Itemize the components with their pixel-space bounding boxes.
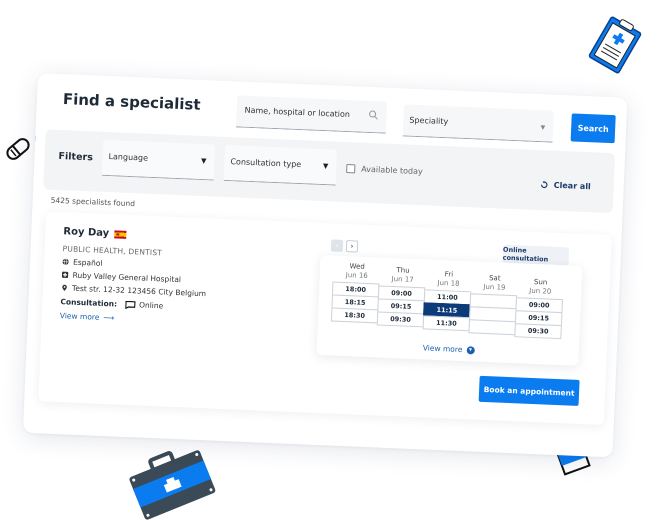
doctor-name[interactable]: Roy Day [63, 226, 109, 239]
speciality-select[interactable]: Speciality ▼ [402, 104, 554, 143]
reset-icon [540, 180, 548, 189]
chevron-down-icon: ▼ [540, 124, 546, 132]
doctor-language: Español [62, 257, 103, 268]
schedule-day-date: Jun 18 [437, 278, 460, 288]
search-input[interactable]: Name, hospital or location [235, 95, 388, 134]
schedule-view-more-label: View more [422, 343, 463, 355]
location-pin-icon [62, 284, 67, 291]
schedule-day-date: Jun 17 [391, 274, 414, 284]
clipboard-icon [588, 16, 642, 74]
schedule-day-date: Jun 19 [483, 282, 506, 292]
doctor-address: Test str. 12-32 123456 City Belgium [61, 283, 206, 298]
consultation-type-select[interactable]: Consultation type ▼ [223, 144, 338, 186]
schedule-day-column: Wed Jun 16 18:00 18:15 18:30 [330, 262, 381, 332]
medical-bag-icon [129, 450, 216, 520]
doctor-specialties: PUBLIC HEALTH, DENTIST [62, 244, 163, 258]
globe-icon [62, 258, 69, 265]
time-slot[interactable]: 09:30 [514, 323, 562, 340]
prev-week-button[interactable]: ‹ [330, 239, 344, 252]
pill-icon [6, 138, 30, 160]
schedule-day-column: Sat Jun 19 [468, 273, 518, 337]
consultation-value: Online [138, 300, 164, 311]
language-select-label: Language [108, 152, 149, 163]
time-slot[interactable]: 09:30 [376, 311, 425, 328]
time-slot[interactable]: 18:30 [330, 307, 379, 324]
schedule-view-more-link[interactable]: View more ▾ [422, 343, 475, 355]
schedule-columns: Wed Jun 16 18:00 18:15 18:30 Thu Jun 17 09:00 09… [330, 262, 565, 340]
doctor-language-text: Español [72, 257, 103, 268]
search-icon [369, 110, 378, 120]
schedule-day-date: Jun 20 [529, 286, 552, 296]
arrow-right-icon: ⟶ [103, 312, 115, 323]
chevron-down-icon: ▼ [322, 162, 329, 171]
time-slot [468, 319, 517, 336]
chat-icon [124, 300, 136, 309]
schedule-nav: ‹ › [330, 239, 359, 253]
chevron-down-icon: ▼ [200, 156, 207, 166]
page-title: Find a specialist [62, 90, 201, 114]
language-select[interactable]: Language ▼ [101, 139, 216, 181]
book-appointment-button[interactable]: Book an appointment [478, 375, 580, 406]
specialist-search-card: Find a specialist Name, hospital or loca… [22, 73, 628, 458]
spain-flag-icon [114, 229, 127, 239]
results-count: 5425 specialists found [50, 195, 136, 209]
search-button[interactable]: Search [570, 113, 616, 144]
time-slot[interactable]: 11:30 [422, 315, 471, 332]
clear-all-button[interactable]: Clear all [540, 180, 591, 191]
doctor-name-row: Roy Day [63, 226, 127, 240]
doctor-view-more-link[interactable]: View more ⟶ [60, 311, 115, 322]
available-today-label: Available today [361, 164, 423, 177]
schedule-day-column: Thu Jun 17 09:00 09:15 09:30 [376, 266, 426, 334]
schedule-day-date: Jun 16 [345, 271, 368, 280]
checkbox-box[interactable] [346, 163, 356, 174]
hospital-icon [61, 271, 69, 278]
doctor-hospital: Ruby Valley General Hospital [61, 270, 181, 284]
view-more-label: View more [59, 311, 100, 322]
doctor-consultation: Consultation: Online [60, 297, 163, 310]
consultation-type-label: Consultation type [230, 157, 302, 170]
search-placeholder: Name, hospital or location [244, 105, 351, 120]
schedule-day-column: Sun Jun 20 09:00 09:15 09:30 [514, 277, 563, 340]
specialist-result-card: Roy Day PUBLIC HEALTH, DENTIST Español R… [38, 211, 612, 426]
next-week-button[interactable]: › [345, 240, 359, 253]
doctor-address-text: Test str. 12-32 123456 City Belgium [71, 283, 207, 299]
speciality-placeholder: Speciality [409, 115, 449, 127]
available-today-checkbox[interactable]: Available today [346, 163, 423, 177]
clear-all-label: Clear all [553, 180, 591, 192]
stage: Find a specialist Name, hospital or loca… [0, 0, 661, 524]
chevron-down-circle-icon: ▾ [466, 345, 475, 355]
schedule-day-column: Fri Jun 18 11:00 11:15 11:30 [422, 269, 472, 335]
schedule-panel: Wed Jun 16 18:00 18:15 18:30 Thu Jun 17 09:00 09… [316, 254, 583, 366]
doctor-hospital-text: Ruby Valley General Hospital [72, 270, 182, 285]
consultation-label: Consultation: [60, 297, 118, 309]
filters-label: Filters [58, 150, 94, 164]
